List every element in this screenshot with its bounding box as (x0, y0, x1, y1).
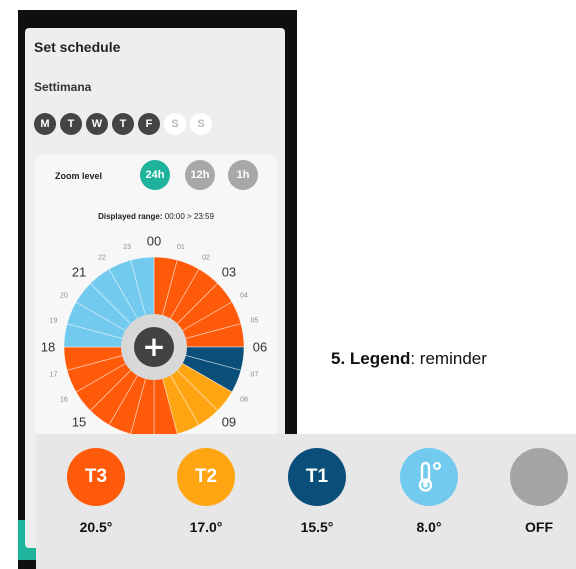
hour-label-15: 15 (72, 414, 86, 429)
legend-bar: T3 20.5° T2 17.0° T1 15.5° 8.0° OFF (36, 434, 576, 569)
antifreeze-value: 8.0° (416, 519, 442, 535)
hour-label-06: 06 (253, 340, 267, 355)
t3-value: 20.5° (79, 519, 113, 535)
hour-label-01: 01 (177, 244, 185, 251)
legend-item-t2: T2 17.0° (166, 448, 246, 535)
t1-badge: T1 (288, 448, 346, 506)
legend-item-off: OFF (499, 448, 576, 535)
day-toggle[interactable]: F (138, 113, 160, 135)
antifreeze-badge (400, 448, 458, 506)
schedule-panel: Zoom level 24h 12h 1h Displayed range: 0… (34, 155, 278, 435)
t3-badge: T3 (67, 448, 125, 506)
hour-label-07: 07 (251, 371, 259, 378)
hour-label-18: 18 (41, 340, 55, 355)
hour-label-09: 09 (222, 414, 236, 429)
day-toggle[interactable]: T (60, 113, 82, 135)
day-toggle[interactable]: S (164, 113, 186, 135)
hour-label-23: 23 (123, 244, 131, 251)
legend-item-antifreeze: 8.0° (389, 448, 469, 535)
legend-note-title: 5. Legend (331, 349, 411, 368)
week-label: Settimana (34, 80, 92, 94)
dialog-title: Set schedule (34, 39, 121, 55)
day-toggle[interactable]: T (112, 113, 134, 135)
day-toggle[interactable]: W (86, 113, 108, 135)
day-toggle[interactable]: M (34, 113, 56, 135)
hour-label-03: 03 (222, 265, 236, 280)
hour-label-21: 21 (72, 265, 86, 280)
hour-label-04: 04 (240, 293, 248, 300)
hour-label-00: 00 (147, 234, 161, 249)
off-badge (510, 448, 568, 506)
thermometer-icon (418, 461, 441, 492)
hour-label-20: 20 (60, 293, 68, 300)
t1-value: 15.5° (300, 519, 334, 535)
t2-badge: T2 (177, 448, 235, 506)
hour-label-08: 08 (240, 397, 248, 404)
hour-label-19: 19 (50, 318, 58, 325)
off-value: OFF (525, 519, 553, 535)
hour-label-05: 05 (251, 318, 259, 325)
legend-note: 5. Legend: reminder (331, 349, 487, 369)
hour-label-22: 22 (98, 254, 106, 261)
legend-item-t3: T3 20.5° (56, 448, 136, 535)
t2-value: 17.0° (189, 519, 223, 535)
hour-label-17: 17 (50, 371, 58, 378)
hour-label-02: 02 (202, 254, 210, 261)
day-toggle[interactable]: S (190, 113, 212, 135)
legend-note-text: : reminder (410, 349, 487, 368)
hour-label-16: 16 (60, 397, 68, 404)
legend-item-t1: T1 15.5° (277, 448, 357, 535)
schedule-dial[interactable]: 0001020304050607080910111213141516171819… (34, 155, 278, 435)
day-selector: M T W T F S S (34, 113, 212, 135)
plus-icon: + (142, 330, 165, 363)
